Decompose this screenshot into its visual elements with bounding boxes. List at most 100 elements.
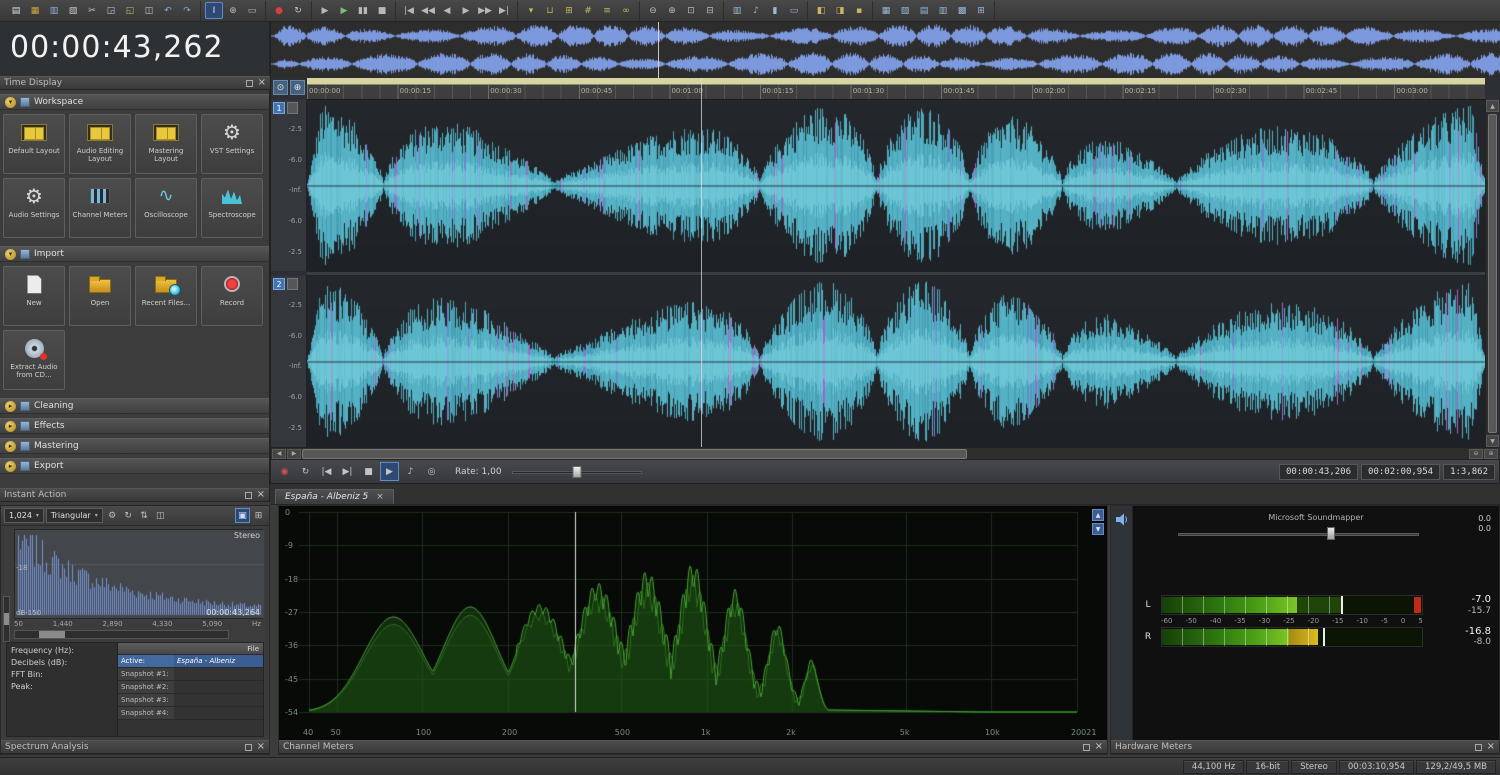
- channel-2-minimize-button[interactable]: [287, 278, 298, 290]
- refresh-icon[interactable]: ↻: [121, 508, 136, 523]
- spectrum-scroll-thumb[interactable]: [39, 631, 65, 638]
- action-audio-editing-layout[interactable]: Audio Editing Layout: [69, 114, 131, 174]
- play-all-icon[interactable]: ▶: [316, 2, 334, 19]
- action-recent-files[interactable]: Recent Files...: [135, 266, 197, 326]
- lock-icon[interactable]: ▣: [235, 508, 250, 523]
- workspace-d-icon[interactable]: ▥: [934, 2, 952, 19]
- waveform-channel-2[interactable]: [307, 276, 1485, 447]
- float-button[interactable]: [245, 79, 253, 87]
- action-channel-meters[interactable]: Channel Meters: [69, 178, 131, 238]
- record-icon[interactable]: ◉: [275, 462, 294, 481]
- spectrum-histogram[interactable]: -18 dB-150 Stereo 00:00:43,264: [14, 529, 264, 619]
- fast-forward-icon[interactable]: ▶▶: [476, 2, 494, 19]
- go-to-start-icon[interactable]: |◀: [317, 462, 336, 481]
- section-header-import[interactable]: ▾ Import: [0, 246, 269, 262]
- scroll-down-icon[interactable]: ▼: [1092, 523, 1104, 535]
- float-button[interactable]: [244, 743, 252, 751]
- action-vst-settings[interactable]: ⚙ VST Settings: [201, 114, 263, 174]
- channel-1-minimize-button[interactable]: [287, 102, 298, 114]
- zoom-selection-icon[interactable]: ⊡: [682, 2, 700, 19]
- redo-icon[interactable]: ↷: [178, 2, 196, 19]
- go-to-end-icon[interactable]: ▶|: [495, 2, 513, 19]
- snapshot-row[interactable]: Snapshot #1:: [118, 668, 263, 681]
- section-header-effects[interactable]: ▸ Effects: [0, 418, 269, 434]
- loop-icon[interactable]: ↻: [296, 462, 315, 481]
- channel-1-badge[interactable]: 1: [273, 102, 285, 114]
- horizontal-scrollbar[interactable]: ◀ ▶ ⊖ ⊕: [271, 447, 1499, 459]
- docking-icon[interactable]: ◧: [812, 2, 830, 19]
- action-default-layout[interactable]: Default Layout: [3, 114, 65, 174]
- snapshot-row[interactable]: Snapshot #2:: [118, 681, 263, 694]
- close-icon[interactable]: ×: [258, 78, 266, 88]
- spectrum-zoom-thumb[interactable]: [4, 613, 9, 625]
- horizontal-scroll-thumb[interactable]: [302, 448, 967, 459]
- zoom-in-icon[interactable]: ⊕: [663, 2, 681, 19]
- close-icon[interactable]: ×: [1487, 742, 1495, 752]
- close-icon[interactable]: ×: [257, 742, 265, 752]
- copy-icon[interactable]: ◲: [102, 2, 120, 19]
- open-file-icon[interactable]: ▦: [26, 2, 44, 19]
- mixer-icon[interactable]: ▥: [728, 2, 746, 19]
- float-button[interactable]: [1082, 743, 1090, 751]
- pause-icon[interactable]: ▮▮: [354, 2, 372, 19]
- save-icon[interactable]: ▥: [45, 2, 63, 19]
- magnify-tool-icon[interactable]: ⊕: [224, 2, 242, 19]
- output-gain-slider[interactable]: [1178, 527, 1419, 541]
- spectrum-zoom-slider[interactable]: [3, 596, 10, 642]
- play-icon[interactable]: ▶: [380, 462, 399, 481]
- tab-close-icon[interactable]: ×: [376, 492, 384, 502]
- settings-gear-icon[interactable]: ⚙: [105, 508, 120, 523]
- snapshot-row[interactable]: Active: España - Albeniz: [118, 655, 263, 668]
- stop-icon[interactable]: ■: [359, 462, 378, 481]
- action-mastering-layout[interactable]: Mastering Layout: [135, 114, 197, 174]
- channel-2-badge[interactable]: 2: [273, 278, 285, 290]
- monitor-icon[interactable]: ◎: [422, 462, 441, 481]
- spectrum-histogram-canvas[interactable]: [15, 530, 264, 618]
- step-forward-icon[interactable]: ▶: [457, 2, 475, 19]
- workspace-f-icon[interactable]: ⊞: [972, 2, 990, 19]
- instant-action-titlebar[interactable]: Instant Action ×: [0, 488, 269, 502]
- region-icon[interactable]: ⊔: [541, 2, 559, 19]
- record-icon[interactable]: ●: [270, 2, 288, 19]
- rewind-icon[interactable]: ◀◀: [419, 2, 437, 19]
- workspace-c-icon[interactable]: ▤: [915, 2, 933, 19]
- stop-icon[interactable]: ■: [373, 2, 391, 19]
- scroll-left-icon[interactable]: ◀: [272, 448, 286, 459]
- spectrum-analysis-titlebar[interactable]: Spectrum Analysis ×: [1, 740, 269, 754]
- scroll-up-icon[interactable]: ▲: [1092, 509, 1104, 521]
- edit-tool-icon[interactable]: I: [205, 2, 223, 19]
- command-icon[interactable]: ⊞: [560, 2, 578, 19]
- zoom-all-icon[interactable]: ⊟: [701, 2, 719, 19]
- scroll-right-icon[interactable]: ▶: [287, 448, 301, 459]
- action-extract-audio-from-cd[interactable]: Extract Audio from CD...: [3, 330, 65, 390]
- close-icon[interactable]: ×: [1095, 742, 1103, 752]
- snapshot-row[interactable]: Snapshot #3:: [118, 694, 263, 707]
- play-device-icon[interactable]: ♪: [401, 462, 420, 481]
- scroll-up-icon[interactable]: ▲: [1486, 100, 1499, 112]
- vertical-scrollbar[interactable]: ▲ ▼: [1485, 100, 1499, 447]
- loop-playback-icon[interactable]: ↻: [289, 2, 307, 19]
- zoom-out-icon[interactable]: ⊖: [1469, 448, 1483, 459]
- snap-icon[interactable]: #: [579, 2, 597, 19]
- trim-icon[interactable]: ◫: [140, 2, 158, 19]
- lock-icon[interactable]: ▪: [850, 2, 868, 19]
- workspace-e-icon[interactable]: ▩: [953, 2, 971, 19]
- snapshot-row[interactable]: Snapshot #4:: [118, 707, 263, 720]
- new-file-icon[interactable]: ▤: [7, 2, 25, 19]
- action-oscilloscope[interactable]: ∿ Oscilloscope: [135, 178, 197, 238]
- undo-icon[interactable]: ↶: [159, 2, 177, 19]
- channel-meters-titlebar[interactable]: Channel Meters ×: [279, 740, 1107, 754]
- workspace-a-icon[interactable]: ▦: [877, 2, 895, 19]
- float-button[interactable]: [1474, 743, 1482, 751]
- crossfade-icon[interactable]: ∞: [617, 2, 635, 19]
- section-header-cleaning[interactable]: ▸ Cleaning: [0, 398, 269, 414]
- action-open[interactable]: Open: [69, 266, 131, 326]
- sort-icon[interactable]: ⇅: [137, 508, 152, 523]
- workspace-b-icon[interactable]: ▧: [896, 2, 914, 19]
- paste-icon[interactable]: ◱: [121, 2, 139, 19]
- action-audio-settings[interactable]: ⚙ Audio Settings: [3, 178, 65, 238]
- document-tab[interactable]: España - Albeniz 5 ×: [275, 489, 394, 504]
- selection-tool-icon[interactable]: ▭: [243, 2, 261, 19]
- rate-slider[interactable]: [511, 465, 642, 479]
- publish-icon[interactable]: ▧: [64, 2, 82, 19]
